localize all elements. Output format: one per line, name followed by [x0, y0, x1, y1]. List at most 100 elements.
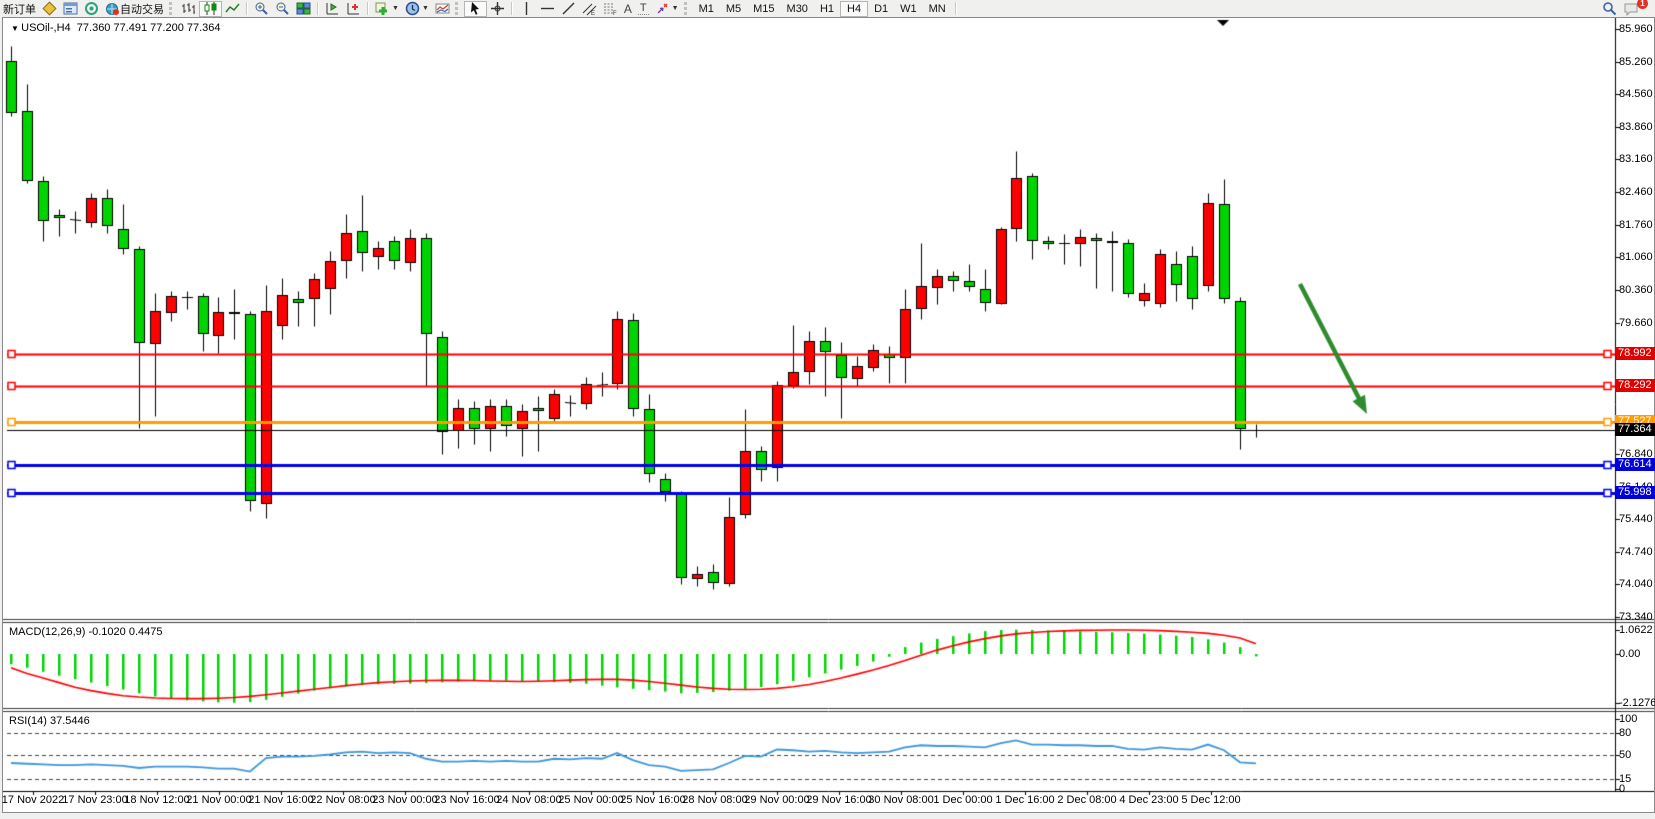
timeframe-button-h4[interactable]: H4 — [840, 1, 868, 17]
time-axis-label: 29 Nov 00:00 — [744, 794, 809, 806]
toolbar-separator — [511, 2, 513, 15]
time-axis-label: 21 Nov 16:00 — [248, 794, 313, 806]
text-tool-button[interactable]: A — [621, 1, 635, 17]
strategy-tester-button[interactable] — [322, 1, 343, 17]
search-button[interactable] — [1599, 1, 1620, 17]
zoom-in-icon — [254, 1, 269, 16]
chat-button[interactable]: 1 — [1620, 1, 1641, 17]
fibonacci-icon: F — [603, 1, 618, 16]
candlestick-chart-icon — [203, 1, 218, 16]
toolbar: 新订单 自动交易 ▼ ▼ E F A T ▼ M1M5M15M30H1H4D1W… — [0, 0, 1655, 17]
dropdown-caret-icon: ▼ — [672, 5, 679, 12]
text-label-tool-button[interactable]: T — [635, 1, 652, 17]
mt4-window: 新订单 自动交易 ▼ ▼ E F A T ▼ M1M5M15M30H1H4D1W… — [0, 0, 1655, 819]
macd-axis-label: -2.1276 — [1619, 697, 1655, 709]
candlestick-chart-type-button[interactable] — [199, 1, 222, 17]
price-axis-label: 83.860 — [1619, 121, 1653, 133]
trendline-icon — [561, 1, 576, 16]
market-watch-button[interactable] — [39, 1, 60, 17]
cursor-icon — [468, 1, 483, 16]
rsi-axis-label: 0 — [1619, 783, 1625, 795]
macd-indicator-label: MACD(12,26,9) -0.1020 0.4475 — [9, 626, 162, 638]
price-badge[interactable]: 75.998 — [1615, 486, 1655, 499]
timeframe-button-d1[interactable]: D1 — [868, 1, 894, 17]
time-axis-label: 23 Nov 00:00 — [372, 794, 437, 806]
trendline-tool-button[interactable] — [558, 1, 579, 17]
period-button[interactable]: ▼ — [402, 1, 432, 17]
toolbar-grip — [684, 2, 691, 15]
time-axis-label: 1 Dec 00:00 — [933, 794, 992, 806]
navigator-button[interactable] — [81, 1, 102, 17]
crosshair-icon — [490, 1, 505, 16]
time-axis-label: 25 Nov 16:00 — [620, 794, 685, 806]
symbol-period-label: USOil-,H4 — [21, 22, 71, 34]
ohlc-values: 77.360 77.491 77.200 77.364 — [77, 22, 221, 34]
time-axis-label: 25 Nov 00:00 — [558, 794, 623, 806]
toolbar-separator — [246, 2, 248, 15]
arrows-tool-button[interactable]: ▼ — [652, 1, 682, 17]
fibonacci-tool-button[interactable]: F — [600, 1, 621, 17]
price-badge[interactable]: 76.614 — [1615, 458, 1655, 471]
text-a-icon: A — [624, 2, 632, 16]
toolbar-grip — [169, 2, 176, 15]
auto-trading-button[interactable]: 自动交易 — [102, 1, 167, 17]
time-axis-label: 29 Nov 16:00 — [806, 794, 871, 806]
channel-tool-button[interactable]: E — [579, 1, 600, 17]
time-axis-label: 17 Nov 2022 — [2, 794, 64, 806]
price-badge[interactable]: 78.992 — [1615, 347, 1655, 360]
price-axis-label: 82.460 — [1619, 186, 1653, 198]
cursor-tool-button[interactable] — [464, 1, 487, 17]
symbol-dropdown-icon[interactable]: ▼ — [11, 24, 21, 33]
bar-chart-type-button[interactable] — [178, 1, 199, 17]
chart-play-icon — [325, 1, 340, 16]
new-chart-button[interactable] — [343, 1, 364, 17]
time-axis-label: 18 Nov 12:00 — [124, 794, 189, 806]
chart-window: ▼ USOil-,H4 77.360 77.491 77.200 77.364 … — [2, 17, 1655, 813]
timeframe-button-m5[interactable]: M5 — [720, 1, 747, 17]
zoom-out-button[interactable] — [272, 1, 293, 17]
add-indicator-button[interactable]: ▼ — [372, 1, 402, 17]
clock-icon — [405, 1, 420, 16]
time-axis-label: 23 Nov 16:00 — [434, 794, 499, 806]
auto-trading-icon — [105, 1, 120, 16]
zoom-in-button[interactable] — [251, 1, 272, 17]
price-axis-label: 74.740 — [1619, 546, 1653, 558]
timeframe-button-mn[interactable]: MN — [923, 1, 952, 17]
time-axis-label: 5 Dec 12:00 — [1181, 794, 1240, 806]
bar-chart-icon — [181, 1, 196, 16]
data-window-button[interactable] — [60, 1, 81, 17]
template-button[interactable] — [432, 1, 453, 17]
timeframe-button-m1[interactable]: M1 — [693, 1, 720, 17]
data-window-icon — [63, 1, 78, 16]
time-axis-label: 28 Nov 08:00 — [682, 794, 747, 806]
timeframe-button-w1[interactable]: W1 — [894, 1, 923, 17]
tile-windows-icon — [296, 1, 311, 16]
tile-windows-button[interactable] — [293, 1, 314, 17]
time-axis-label: 4 Dec 23:00 — [1119, 794, 1178, 806]
line-chart-type-button[interactable] — [222, 1, 243, 17]
line-chart-icon — [225, 1, 240, 16]
chart-add-icon — [346, 1, 361, 16]
crosshair-tool-button[interactable] — [487, 1, 508, 17]
time-axis-label: 24 Nov 08:00 — [496, 794, 561, 806]
timeframe-button-m15[interactable]: M15 — [747, 1, 780, 17]
rsi-axis-label: 80 — [1619, 727, 1631, 739]
dropdown-caret-icon: ▼ — [422, 5, 429, 12]
chart-canvas[interactable] — [3, 18, 1654, 812]
price-badge[interactable]: 78.292 — [1615, 379, 1655, 392]
search-icon — [1602, 1, 1617, 16]
horizontal-line-tool-button[interactable] — [537, 1, 558, 17]
macd-axis-label: 0.00 — [1619, 648, 1640, 660]
timeframe-button-h1[interactable]: H1 — [814, 1, 840, 17]
toolbar-separator — [317, 2, 319, 15]
timeframe-button-m30[interactable]: M30 — [781, 1, 814, 17]
price-axis-label: 74.040 — [1619, 578, 1653, 590]
time-axis-label: 30 Nov 08:00 — [868, 794, 933, 806]
svg-text:E: E — [591, 11, 595, 16]
macd-axis-label: 1.0622 — [1619, 624, 1653, 636]
price-badge[interactable]: 77.364 — [1615, 423, 1655, 436]
vertical-line-tool-button[interactable] — [516, 1, 537, 17]
new-order-button[interactable]: 新订单 — [0, 1, 39, 17]
rsi-indicator-label: RSI(14) 37.5446 — [9, 715, 90, 727]
time-axis-label: 21 Nov 00:00 — [186, 794, 251, 806]
